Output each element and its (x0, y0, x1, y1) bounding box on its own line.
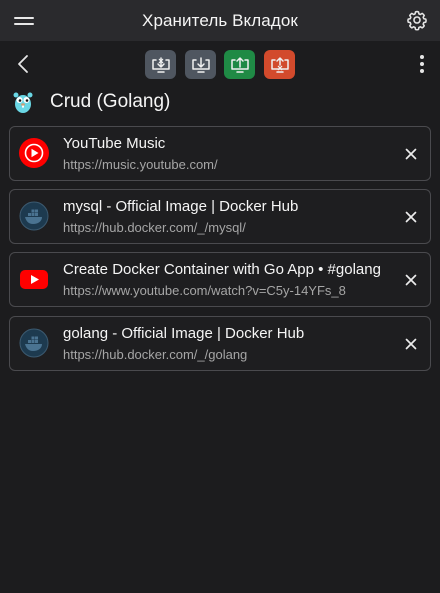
gear-icon[interactable] (406, 9, 428, 31)
tab-url: https://music.youtube.com/ (63, 157, 218, 172)
youtube-music-icon (19, 138, 49, 168)
tab-url: https://hub.docker.com/_/mysql/ (63, 220, 246, 235)
tab-card[interactable]: YouTube Music https://music.youtube.com/ (9, 126, 431, 181)
tab-url: https://hub.docker.com/_/golang (63, 347, 248, 362)
export-close-icon (270, 56, 289, 73)
toolbar (0, 41, 440, 87)
kebab-menu-icon[interactable] (418, 55, 426, 75)
import-close-button[interactable] (145, 50, 176, 79)
gopher-icon (11, 90, 35, 114)
docker-icon (19, 328, 49, 358)
group-header: Crud (Golang) (0, 88, 440, 116)
tab-url: https://www.youtube.com/watch?v=C5y-14YF… (63, 283, 346, 298)
export-button[interactable] (224, 50, 255, 79)
chevron-left-icon[interactable] (14, 53, 34, 75)
export-close-button[interactable] (264, 50, 295, 79)
tab-title: YouTube Music (63, 135, 166, 152)
tab-card[interactable]: Create Docker Container with Go App • #g… (9, 252, 431, 307)
group-title: Crud (Golang) (50, 91, 171, 112)
app-header: Хранитель Вкладок (0, 0, 440, 41)
tab-title: Create Docker Container with Go App • #g… (63, 261, 381, 278)
tab-title: mysql - Official Image | Docker Hub (63, 198, 299, 215)
close-icon[interactable] (403, 336, 419, 352)
export-icon (230, 56, 249, 73)
app-title: Хранитель Вкладок (142, 10, 298, 30)
import-icon (191, 56, 210, 73)
hamburger-menu-icon[interactable] (12, 12, 36, 30)
import-button[interactable] (185, 50, 216, 79)
tab-title: golang - Official Image | Docker Hub (63, 325, 305, 342)
close-icon[interactable] (403, 146, 419, 162)
import-close-icon (151, 56, 170, 73)
close-icon[interactable] (403, 209, 419, 225)
docker-icon (19, 201, 49, 231)
tab-card[interactable]: mysql - Official Image | Docker Hub http… (9, 189, 431, 244)
tab-card[interactable]: golang - Official Image | Docker Hub htt… (9, 316, 431, 371)
close-icon[interactable] (403, 272, 419, 288)
youtube-icon (19, 264, 49, 294)
